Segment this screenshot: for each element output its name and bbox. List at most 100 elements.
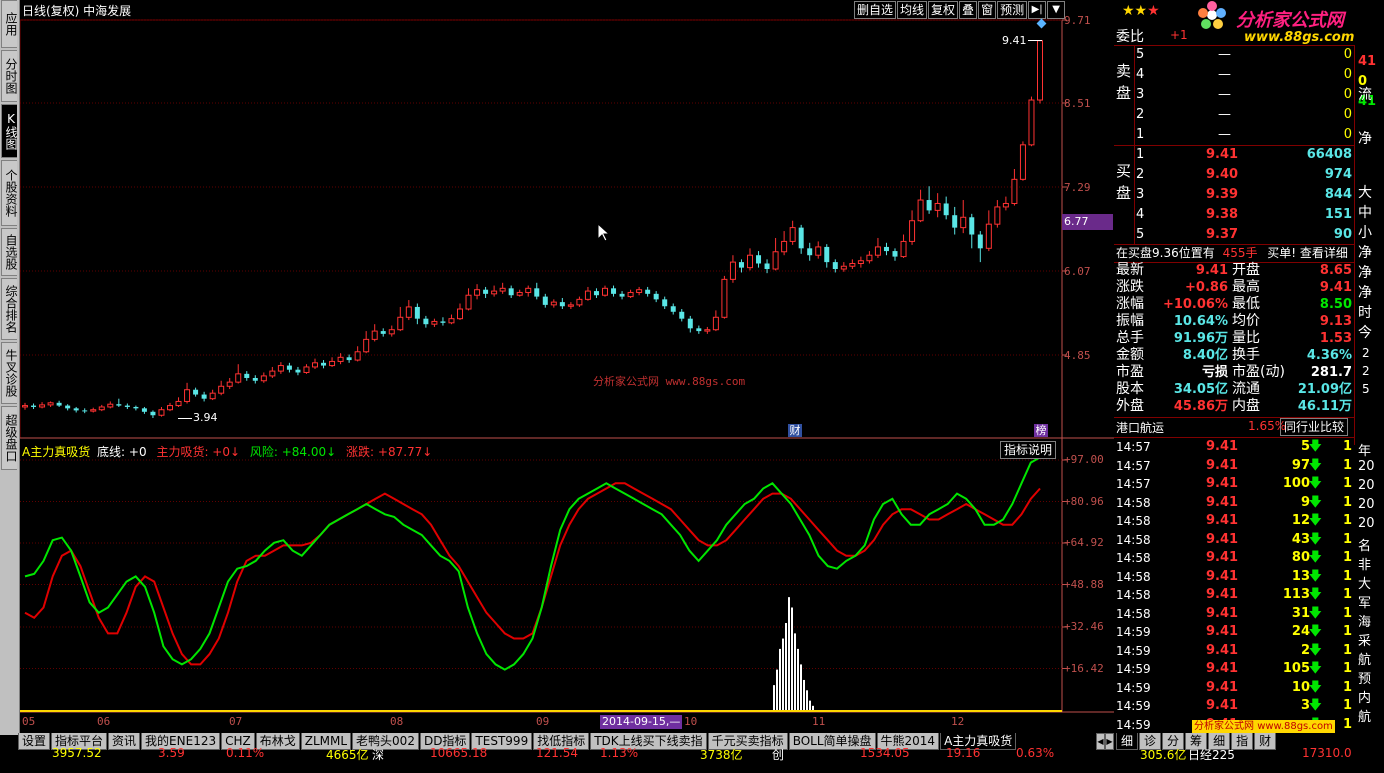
buy-row[interactable]: 2 9.40 974 bbox=[1136, 166, 1352, 184]
candle-body bbox=[525, 287, 532, 293]
tick-row: 14:59 9.41 24 🡇 1 bbox=[1116, 623, 1352, 641]
quote-label: 换手 bbox=[1232, 347, 1260, 363]
quote-value: 9.41 bbox=[1319, 280, 1352, 295]
candle-body bbox=[405, 306, 412, 318]
flow-label: 中 bbox=[1358, 205, 1372, 221]
right-tab-0[interactable]: 细 bbox=[1116, 733, 1139, 750]
histogram-bar bbox=[779, 648, 781, 711]
down-arrow-icon: 🡇 bbox=[1308, 550, 1322, 565]
flower-logo-icon bbox=[1198, 1, 1226, 29]
month-label: 12 bbox=[951, 715, 965, 728]
candle-body bbox=[397, 316, 404, 331]
tick-row: 14:59 9.41 105 🡇 1 bbox=[1116, 660, 1352, 678]
tick-count: 1 bbox=[1342, 513, 1352, 528]
tick-volume: 113 bbox=[1282, 587, 1310, 602]
tick-volume: 12 bbox=[1291, 513, 1310, 528]
flow-label: 时 bbox=[1358, 305, 1372, 321]
down-arrow-icon: 🡇 bbox=[1308, 661, 1322, 676]
month-label: 08 bbox=[390, 715, 404, 728]
candle-body bbox=[542, 296, 548, 305]
formula-tab-2[interactable]: 资讯 bbox=[108, 733, 141, 750]
kline-chart[interactable] bbox=[20, 0, 1114, 735]
left-tab-2[interactable]: K线图 bbox=[1, 104, 18, 158]
rank-marker[interactable]: 榜 bbox=[1034, 424, 1048, 437]
price-axis-label: 6.07 bbox=[1064, 265, 1091, 278]
left-tab-3[interactable]: 个股资料 bbox=[1, 160, 18, 226]
tick-side-label: 预 bbox=[1358, 672, 1372, 687]
candle-body bbox=[141, 408, 147, 412]
buy-row[interactable]: 3 9.39 844 bbox=[1136, 186, 1352, 204]
sell-row[interactable]: 4 — 0 bbox=[1136, 66, 1352, 84]
sell-volume: 0 bbox=[1343, 47, 1352, 62]
left-tab-4[interactable]: 自选股 bbox=[1, 228, 18, 276]
tick-count: 1 bbox=[1342, 568, 1352, 584]
down-arrow-icon: 🡇 bbox=[1308, 624, 1322, 639]
sell-price: — bbox=[1218, 47, 1231, 62]
price-axis-label: 4.85 bbox=[1064, 349, 1091, 362]
down-arrow-icon: 🡇 bbox=[1308, 513, 1322, 528]
down-arrow-icon: 🡇 bbox=[1308, 679, 1322, 695]
tick-count: 1 bbox=[1342, 716, 1352, 732]
left-tab-6[interactable]: 牛叉诊股 bbox=[1, 342, 18, 404]
tab-scroll-buttons: ◀ ▶ bbox=[1096, 733, 1114, 750]
industry-name[interactable]: 港口航运 bbox=[1116, 419, 1164, 436]
formula-tab-0[interactable]: 设置 bbox=[18, 733, 51, 750]
tick-time: 14:59 bbox=[1116, 717, 1151, 732]
sell-row[interactable]: 3 — 0 bbox=[1136, 86, 1352, 104]
sell-row[interactable]: 2 — 0 bbox=[1136, 106, 1352, 124]
tick-count: 1 bbox=[1342, 698, 1352, 713]
industry-compare-button[interactable]: 同行业比较 bbox=[1280, 418, 1349, 436]
left-tab-0[interactable]: 应用 bbox=[1, 0, 18, 48]
month-label: 05 bbox=[22, 715, 36, 728]
down-arrow-icon: 🡇 bbox=[1308, 642, 1322, 658]
quote-row: 总手 91.96万 量比 1.53 bbox=[1116, 330, 1352, 347]
tab-scroll-left-icon[interactable]: ◀ bbox=[1096, 733, 1105, 750]
quote-label: 均价 bbox=[1232, 313, 1260, 329]
candle-body bbox=[1037, 40, 1043, 101]
left-tab-7[interactable]: 超级盘口 bbox=[1, 406, 18, 470]
order-notice-link[interactable]: 买单! 查看详细 bbox=[1267, 246, 1348, 260]
tick-row: 14:59 9.41 3 🡇 1 bbox=[1116, 697, 1352, 715]
tick-volume: 24 bbox=[1291, 624, 1310, 639]
buy-volume: 90 bbox=[1333, 227, 1352, 242]
candle-body bbox=[653, 293, 659, 300]
sell-row[interactable]: 5 — 0 bbox=[1136, 46, 1352, 64]
candle-body bbox=[584, 290, 591, 300]
candle-body bbox=[1002, 202, 1009, 208]
tick-row: 14:58 9.41 13 🡇 1 bbox=[1116, 568, 1352, 586]
candle-body bbox=[98, 406, 105, 411]
candle-body bbox=[559, 302, 565, 307]
tab-scroll-right-icon[interactable]: ▶ bbox=[1105, 733, 1114, 750]
tick-time: 14:58 bbox=[1116, 606, 1151, 621]
buy-row[interactable]: 1 9.41 66408 bbox=[1136, 146, 1352, 164]
left-tab-bar: 应用分时图 K线图个股资料自选股综合排名牛叉诊股超级盘口 bbox=[0, 0, 20, 735]
tick-side-label: 名 bbox=[1358, 539, 1372, 554]
finance-marker[interactable]: 财 bbox=[788, 424, 802, 437]
tick-row: 14:58 9.41 12 🡇 1 bbox=[1116, 512, 1352, 530]
candle-body bbox=[874, 246, 881, 256]
right-tab-6[interactable]: 财 bbox=[1254, 733, 1277, 750]
quote-row: 外盘 45.86万 内盘 46.11万 bbox=[1116, 398, 1352, 415]
candle-body bbox=[414, 306, 420, 319]
quote-label: 最低 bbox=[1232, 296, 1260, 312]
candle-body bbox=[321, 362, 327, 366]
buy-side-label: 买盘 bbox=[1116, 162, 1132, 202]
tick-row: 14:58 9.41 113 🡇 1 bbox=[1116, 586, 1352, 604]
candle-body bbox=[721, 278, 728, 318]
tick-time: 14:59 bbox=[1116, 625, 1151, 639]
indicator-help-button[interactable]: 指标说明 bbox=[1000, 441, 1057, 459]
quote-value: 8.40亿 bbox=[1182, 348, 1228, 363]
indicator-axis-label: +97.00 bbox=[1064, 453, 1104, 466]
weibi-label: 委比 bbox=[1116, 29, 1144, 45]
sell-row[interactable]: 1 — 0 bbox=[1136, 126, 1352, 144]
brand-badge-site: 分析家公式网 bbox=[1194, 721, 1254, 732]
quote-value: 亏损 bbox=[1201, 365, 1228, 380]
sell-side-label: 卖盘 bbox=[1116, 62, 1132, 102]
month-label: 11 bbox=[812, 715, 826, 728]
left-tab-5[interactable]: 综合排名 bbox=[1, 278, 18, 340]
buy-row[interactable]: 5 9.37 90 bbox=[1136, 226, 1352, 244]
buy-row[interactable]: 4 9.38 151 bbox=[1136, 206, 1352, 224]
candle-body bbox=[150, 411, 156, 416]
sell-volume: 0 bbox=[1343, 67, 1352, 82]
left-tab-1[interactable]: 分时图 bbox=[1, 50, 18, 102]
